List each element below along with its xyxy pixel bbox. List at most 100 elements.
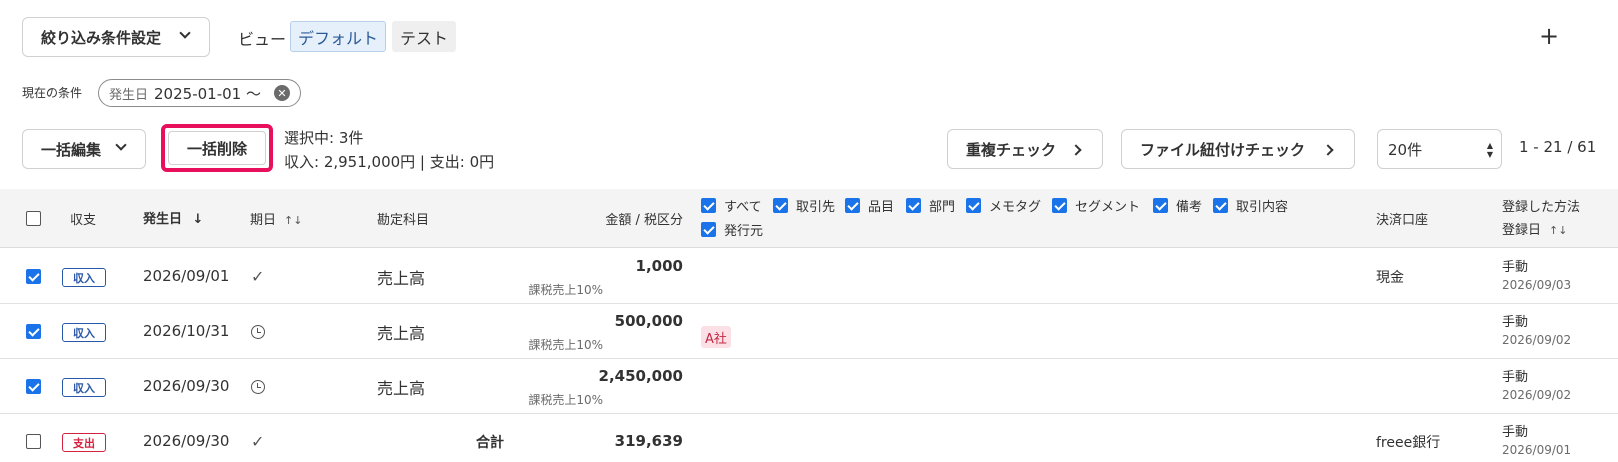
per-page-select[interactable]: 20件 ▲ ▼ — [1377, 129, 1502, 169]
check-icon: ✓ — [251, 432, 265, 451]
col-option-checkbox[interactable] — [966, 198, 981, 213]
table-row[interactable]: 収入 2026/09/01 ✓ 売上高 1,000 課税売上10% 現金 手動 … — [0, 249, 1618, 304]
type-badge: 収入 — [62, 323, 106, 342]
col-option-checkbox[interactable] — [1213, 198, 1228, 213]
duplicate-check-label: 重複チェック — [966, 140, 1057, 159]
row-checkbox[interactable] — [26, 434, 41, 449]
page-range: 1 - 21 / 61 — [1519, 138, 1597, 156]
col-option-label: すべて — [724, 200, 762, 215]
row-checkbox[interactable] — [26, 379, 41, 394]
col-option-issuer[interactable]: 発行元 — [701, 220, 763, 239]
col-option-label: 取引内容 — [1236, 200, 1289, 215]
current-condition-label: 現在の条件 — [22, 86, 83, 100]
type-badge: 収入 — [62, 378, 106, 397]
col-option-label: 品目 — [868, 200, 895, 215]
row-checkbox[interactable] — [26, 324, 41, 339]
col-amount: 金額 / 税区分 — [605, 213, 683, 228]
file-link-check-label: ファイル紐付けチェック — [1140, 140, 1306, 159]
col-reg-date[interactable]: 登録日 ↑↓ — [1502, 219, 1567, 238]
row-amount: 2,450,000 — [598, 367, 683, 385]
col-option-label: 部門 — [929, 200, 956, 215]
row-date: 2026/09/30 — [143, 432, 230, 450]
duplicate-check-button[interactable]: 重複チェック — [947, 129, 1103, 169]
col-option-department[interactable]: 部門 — [906, 196, 955, 215]
filter-settings-label: 絞り込み条件設定 — [41, 28, 162, 47]
row-amount: 1,000 — [635, 257, 683, 275]
bulk-edit-label: 一括編集 — [41, 140, 102, 159]
type-badge: 収入 — [62, 268, 106, 287]
file-link-check-button[interactable]: ファイル紐付けチェック — [1121, 129, 1355, 169]
chevron-right-icon — [1322, 144, 1334, 156]
col-reg-method: 登録した方法 — [1502, 200, 1581, 215]
clear-condition-icon[interactable]: ✕ — [274, 85, 290, 101]
col-option-checkbox[interactable] — [906, 198, 921, 213]
chevron-right-icon — [1070, 144, 1082, 156]
row-reg-date: 2026/09/03 — [1502, 278, 1572, 292]
col-reg-date-label: 登録日 — [1502, 223, 1542, 238]
col-option-label: メモタグ — [989, 200, 1042, 215]
col-option-checkbox[interactable] — [845, 198, 860, 213]
selected-count: 選択中: 3件 — [284, 129, 364, 147]
col-option-note[interactable]: 備考 — [1153, 196, 1202, 215]
col-term-label: 期日 — [250, 213, 277, 228]
col-option-label: 取引先 — [796, 200, 836, 215]
table-row[interactable]: 支出 2026/09/30 ✓ 合計 319,639 freee銀行 手動 20… — [0, 414, 1618, 462]
table-header: 収支 発生日 ↓ 期日 ↑↓ 勘定科目 金額 / 税区分 すべて 取引先 品目 部… — [0, 189, 1618, 248]
table-row[interactable]: 収入 2026/09/30 売上高 2,450,000 課税売上10% 手動 2… — [0, 359, 1618, 414]
clock-icon — [251, 324, 265, 343]
type-badge: 支出 — [62, 433, 106, 452]
select-arrows-icon: ▲ ▼ — [1486, 141, 1493, 159]
col-option-checkbox[interactable] — [773, 198, 788, 213]
col-option-checkbox[interactable] — [1052, 198, 1067, 213]
col-date[interactable]: 発生日 ↓ — [143, 208, 203, 227]
col-wallet: 決済口座 — [1376, 213, 1429, 228]
bulk-delete-highlight: 一括削除 — [161, 124, 273, 172]
row-method: 手動 — [1502, 370, 1529, 385]
col-option-checkbox[interactable] — [701, 222, 716, 237]
partner-tag: A社 — [701, 326, 731, 348]
arrow-down-icon: ↓ — [192, 212, 204, 227]
col-option-all[interactable]: すべて — [701, 196, 762, 215]
view-tab-test[interactable]: テスト — [392, 21, 457, 52]
col-date-label: 発生日 — [143, 212, 183, 227]
row-method: 手動 — [1502, 260, 1529, 275]
sort-icon: ↑↓ — [1549, 224, 1568, 237]
row-wallet: freee銀行 — [1376, 435, 1441, 451]
row-amount: 500,000 — [614, 312, 683, 330]
condition-chip-key: 発生日 — [109, 87, 149, 103]
bulk-edit-button[interactable]: 一括編集 — [22, 129, 146, 169]
total-label: 合計 — [476, 435, 504, 451]
col-type: 収支 — [70, 213, 97, 228]
col-option-item[interactable]: 品目 — [845, 196, 894, 215]
col-term[interactable]: 期日 ↑↓ — [250, 209, 302, 228]
col-option-label: セグメント — [1075, 200, 1141, 215]
chevron-down-icon — [115, 139, 127, 151]
row-date: 2026/09/01 — [143, 267, 230, 285]
col-option-label: 備考 — [1176, 200, 1203, 215]
col-option-memo-tag[interactable]: メモタグ — [966, 196, 1041, 215]
view-tab-default[interactable]: デフォルト — [290, 21, 387, 52]
col-option-label: 発行元 — [724, 224, 764, 239]
row-date: 2026/09/30 — [143, 377, 230, 395]
col-option-checkbox[interactable] — [701, 198, 716, 213]
filter-settings-button[interactable]: 絞り込み条件設定 — [22, 17, 210, 57]
add-view-button[interactable]: + — [1539, 22, 1559, 50]
row-amount: 319,639 — [614, 432, 683, 450]
bulk-delete-button[interactable]: 一括削除 — [168, 131, 266, 165]
col-option-description[interactable]: 取引内容 — [1213, 196, 1288, 215]
row-method: 手動 — [1502, 315, 1529, 330]
row-reg-date: 2026/09/01 — [1502, 443, 1572, 457]
select-all-checkbox[interactable] — [26, 211, 41, 226]
selected-summary: 収入: 2,951,000円 | 支出: 0円 — [284, 153, 495, 171]
row-account: 売上高 — [377, 269, 426, 288]
condition-chip-value: 2025-01-01 〜 — [154, 84, 261, 103]
col-option-checkbox[interactable] — [1153, 198, 1168, 213]
condition-chip: 発生日 2025-01-01 〜 ✕ — [98, 79, 301, 107]
row-date: 2026/10/31 — [143, 322, 230, 340]
row-tax: 課税売上10% — [528, 393, 603, 407]
col-option-segment[interactable]: セグメント — [1052, 196, 1140, 215]
row-tax: 課税売上10% — [528, 283, 603, 297]
col-option-partner[interactable]: 取引先 — [773, 196, 835, 215]
table-row[interactable]: 収入 2026/10/31 売上高 500,000 課税売上10% A社 手動 … — [0, 304, 1618, 359]
row-checkbox[interactable] — [26, 269, 41, 284]
